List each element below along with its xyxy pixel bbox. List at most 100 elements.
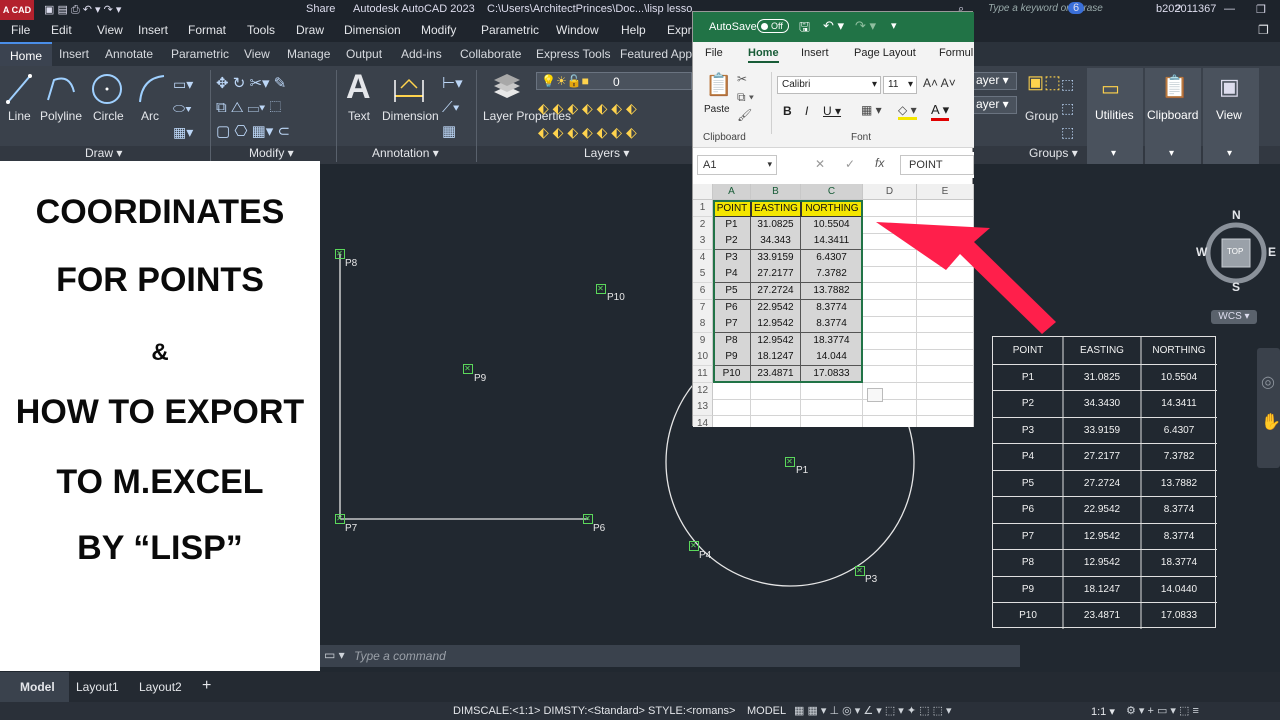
tab-featured-apps[interactable]: Featured Apps bbox=[620, 47, 692, 61]
row-header[interactable]: 5 bbox=[693, 266, 713, 284]
tab-layout1[interactable]: Layout1 bbox=[76, 680, 119, 694]
font-color-icon[interactable]: A ▾ bbox=[931, 102, 950, 121]
model-space-button[interactable]: MODEL bbox=[747, 705, 786, 717]
excel-tab-file[interactable]: File bbox=[705, 47, 723, 59]
menu-window[interactable]: Window bbox=[556, 23, 599, 37]
text-icon[interactable]: A bbox=[346, 68, 371, 107]
cell[interactable]: 27.2724 bbox=[751, 283, 801, 300]
arc-icon[interactable] bbox=[136, 72, 168, 106]
row-header[interactable]: 8 bbox=[693, 316, 713, 334]
circle-tool[interactable]: Circle bbox=[93, 109, 124, 123]
tab-model[interactable]: Model bbox=[0, 672, 69, 702]
cell[interactable] bbox=[917, 382, 974, 400]
group-small-icons[interactable]: ⬚ ⬚ ⬚ bbox=[1061, 72, 1074, 144]
cad-coordinate-table[interactable]: POINT EASTING NORTHING P1 31.0825 10.5504 P2 34… bbox=[992, 336, 1217, 629]
layer-tools-icons[interactable]: ⬖ ⬖ ⬖ ⬖ ⬖ ⬖ ⬖ ⬖ ⬖ ⬖ ⬖ ⬖ ⬖ ⬖ bbox=[538, 96, 637, 144]
text-tool[interactable]: Text bbox=[348, 109, 370, 123]
panel-groups[interactable]: Groups ▾ bbox=[1029, 146, 1078, 160]
cell[interactable]: P6 bbox=[713, 299, 751, 317]
menu-edit[interactable]: Edit bbox=[51, 23, 72, 37]
tab-express-tools[interactable]: Express Tools bbox=[536, 47, 610, 61]
cell[interactable]: 27.2177 bbox=[751, 266, 801, 284]
tab-output[interactable]: Output bbox=[346, 47, 382, 61]
polyline-tool[interactable]: Polyline bbox=[40, 109, 82, 123]
excel-tab-page-layout[interactable]: Page Layout bbox=[854, 47, 916, 59]
layer-dropdown-right-2[interactable]: ayer ▾ bbox=[973, 96, 1017, 114]
clipboard-panel[interactable]: 📋 Clipboard ▾ bbox=[1145, 68, 1201, 164]
group-icon[interactable]: ▣⬚ bbox=[1027, 72, 1061, 93]
annotation-scale[interactable]: 1:1 ▾ bbox=[1091, 705, 1115, 718]
column-header[interactable]: D bbox=[863, 184, 917, 200]
cell[interactable] bbox=[863, 415, 917, 427]
cell[interactable] bbox=[917, 415, 974, 427]
excel-tab-insert[interactable]: Insert bbox=[801, 47, 829, 59]
menu-parametric[interactable]: Parametric bbox=[481, 23, 539, 37]
cell[interactable]: 34.343 bbox=[751, 233, 801, 251]
panel-annotation[interactable]: Annotation ▾ bbox=[372, 146, 439, 160]
add-layout-button[interactable]: + bbox=[202, 677, 211, 695]
paste-button[interactable]: Paste bbox=[704, 104, 730, 115]
cell[interactable]: 18.1247 bbox=[751, 349, 801, 367]
viewcube[interactable]: N S E W TOP bbox=[1196, 208, 1276, 296]
viewcube-top[interactable]: TOP bbox=[1227, 247, 1243, 256]
draw-small-tools-icons[interactable]: ▭▾ ⬭▾ ▦▾ bbox=[173, 72, 193, 144]
cell[interactable] bbox=[801, 399, 863, 417]
cell[interactable]: 22.9542 bbox=[751, 299, 801, 317]
quick-analysis-icon[interactable] bbox=[867, 388, 883, 402]
settings-icon[interactable]: ⚙ ▾ + ▭ ▾ ⬚ ≡ bbox=[1126, 704, 1199, 717]
menu-file[interactable]: File bbox=[11, 23, 30, 37]
tab-insert[interactable]: Insert bbox=[59, 47, 89, 61]
menu-view[interactable]: View bbox=[97, 23, 123, 37]
underline-button[interactable]: U ▾ bbox=[823, 104, 841, 118]
row-header[interactable]: 3 bbox=[693, 233, 713, 251]
tab-annotate[interactable]: Annotate bbox=[105, 47, 153, 61]
column-header[interactable]: C bbox=[801, 184, 863, 200]
fill-color-icon[interactable]: ◇ ▾ bbox=[898, 103, 917, 120]
notifications-badge[interactable]: 6 bbox=[1068, 2, 1085, 14]
font-size-dropdown[interactable]: 11 ▾ bbox=[883, 76, 917, 94]
cell[interactable] bbox=[713, 399, 751, 417]
command-line[interactable]: ▭ ▾ Type a command bbox=[320, 645, 1020, 667]
restore-icon[interactable]: ❐ bbox=[1258, 23, 1269, 37]
line-tool[interactable]: Line bbox=[8, 109, 31, 123]
panel-draw[interactable]: Draw ▾ bbox=[85, 146, 122, 160]
cell[interactable]: 13.7882 bbox=[801, 283, 863, 300]
tab-view[interactable]: View bbox=[244, 47, 270, 61]
cell[interactable]: P4 bbox=[713, 266, 751, 284]
excel-tab-home[interactable]: Home bbox=[748, 47, 779, 63]
cell[interactable]: 12.9542 bbox=[751, 332, 801, 350]
steering-wheel-icon[interactable]: ◎ bbox=[1261, 372, 1275, 392]
font-name-dropdown[interactable]: Calibri ▾ bbox=[777, 76, 881, 94]
cell[interactable] bbox=[751, 399, 801, 417]
cell[interactable]: P9 bbox=[713, 349, 751, 367]
select-all-corner[interactable] bbox=[693, 184, 713, 200]
cell[interactable]: P1 bbox=[713, 216, 751, 234]
customize-toolbar-icon[interactable]: ▾ bbox=[891, 19, 897, 32]
cell[interactable] bbox=[863, 332, 917, 350]
cell[interactable]: 12.9542 bbox=[751, 316, 801, 334]
tab-add-ins[interactable]: Add-ins bbox=[401, 47, 442, 61]
row-header[interactable]: 1 bbox=[693, 200, 713, 217]
annotation-small-icons[interactable]: ⊢▾ ⟋▾ ▦ bbox=[442, 72, 463, 144]
menu-help[interactable]: Help bbox=[621, 23, 646, 37]
function-icon[interactable]: fx bbox=[875, 156, 884, 170]
wcs-menu[interactable]: WCS ▾ bbox=[1211, 310, 1257, 324]
menu-dimension[interactable]: Dimension bbox=[344, 23, 401, 37]
row-header[interactable]: 10 bbox=[693, 349, 713, 367]
clipboard-small-icons[interactable]: ✂ ⧉ ▾ 🖌 bbox=[737, 70, 754, 124]
pan-icon[interactable]: ✋ bbox=[1261, 412, 1280, 432]
row-header[interactable]: 14 bbox=[693, 415, 713, 427]
modify-tools-icons[interactable]: ✥ ↻ ✂▾ ✎ ⧉ △ ▭▾ ⬚ ▢ ⎔ ▦▾ ⊂ bbox=[216, 72, 290, 144]
column-header[interactable]: B bbox=[751, 184, 801, 200]
point-marker-p3[interactable]: ✕ bbox=[855, 566, 865, 576]
autocad-logo[interactable]: A CAD bbox=[0, 0, 34, 20]
polyline-icon[interactable] bbox=[44, 72, 78, 106]
cell[interactable]: P7 bbox=[713, 316, 751, 334]
user-name[interactable]: b202011367 bbox=[1156, 3, 1216, 15]
row-header[interactable]: 2 bbox=[693, 216, 713, 234]
help-icon[interactable]: ? bbox=[1175, 3, 1181, 15]
cell[interactable] bbox=[917, 399, 974, 417]
enter-icon[interactable]: ✓ bbox=[845, 157, 855, 171]
cell[interactable] bbox=[751, 415, 801, 427]
cell[interactable]: 10.5504 bbox=[801, 216, 863, 234]
